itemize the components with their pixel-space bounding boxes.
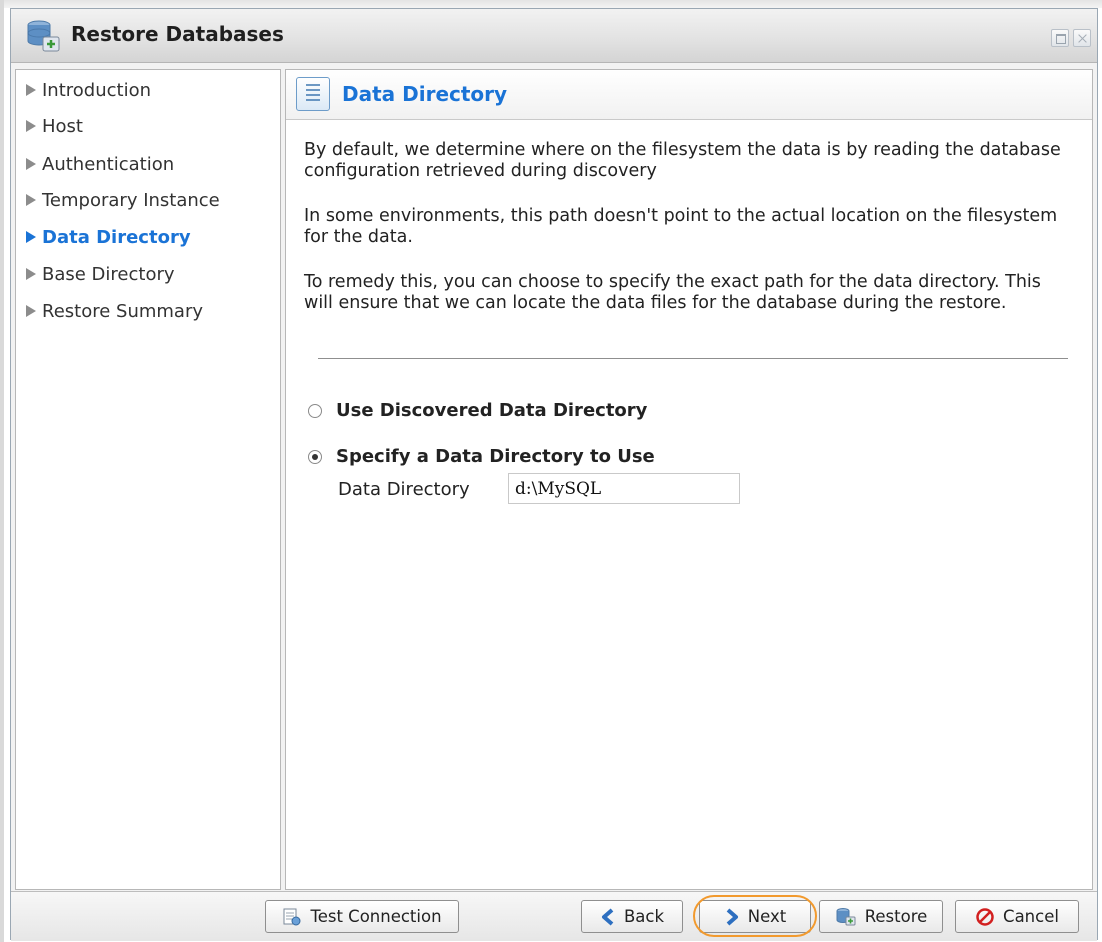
step-title: Data Directory [342,82,508,106]
button-label: Restore [864,907,928,926]
arrow-right-icon [26,194,36,206]
background-edge [0,0,4,942]
document-list-icon [296,77,330,111]
close-button[interactable] [1073,29,1091,47]
description-paragraph-3: To remedy this, you can choose to specif… [304,272,1041,313]
background-strip [0,0,1102,8]
button-label: Next [747,907,787,926]
nav-item-label: Introduction [42,79,152,101]
description-paragraph-2: In some environments, this path doesn't … [304,206,1058,247]
nav-item-label: Restore Summary [42,300,204,322]
nav-item-label: Data Directory [42,226,191,248]
arrow-right-icon [26,268,36,280]
step-content-panel: Data Directory By default, we determine … [285,69,1093,890]
back-button[interactable]: Back [581,900,683,933]
section-divider [318,358,1068,359]
option-label: Specify a Data Directory to Use [336,446,655,467]
nav-item-temporary-instance[interactable]: Temporary Instance [26,186,220,214]
option-specify-directory[interactable]: Specify a Data Directory to Use [308,446,655,467]
maximize-button[interactable] [1051,29,1069,47]
nav-item-label: Host [42,115,83,137]
nav-item-restore-summary[interactable]: Restore Summary [26,297,203,325]
cancel-button[interactable]: Cancel [955,900,1079,933]
wizard-step-nav: Introduction Host Authentication Tempora… [15,69,281,890]
description-paragraph-1: By default, we determine where on the fi… [304,140,1061,181]
nav-item-host[interactable]: Host [26,112,83,140]
nav-item-data-directory[interactable]: Data Directory [26,223,191,251]
arrow-right-icon [26,158,36,170]
restore-button[interactable]: Restore [819,900,943,933]
nav-item-authentication[interactable]: Authentication [26,150,174,178]
title-bar[interactable]: Restore Databases [11,9,1097,63]
data-directory-label: Data Directory [338,479,470,500]
step-header: Data Directory [286,70,1092,120]
nav-item-introduction[interactable]: Introduction [26,76,151,104]
window-title: Restore Databases [71,22,284,46]
test-connection-button[interactable]: Test Connection [265,900,459,933]
test-connection-icon [283,908,301,925]
button-label: Test Connection [310,907,442,926]
arrow-right-icon [26,231,36,243]
next-button[interactable]: Next [699,900,811,933]
restore-databases-window: Restore Databases Introduction Host Auth… [10,8,1098,941]
cancel-icon [976,907,994,926]
arrow-right-icon [26,84,36,96]
button-label: Back [623,907,665,926]
option-label: Use Discovered Data Directory [336,400,648,421]
radio-button-selected[interactable] [308,449,322,464]
wizard-footer: Test Connection Back Next Restore Cancel [11,891,1097,941]
nav-item-base-directory[interactable]: Base Directory [26,260,175,288]
chevron-right-icon [726,907,738,926]
option-use-discovered-directory[interactable]: Use Discovered Data Directory [308,400,647,421]
arrow-right-icon [26,120,36,132]
nav-item-label: Temporary Instance [42,189,220,211]
data-directory-input[interactable] [508,473,740,504]
nav-item-label: Base Directory [42,263,175,285]
button-label: Cancel [1003,907,1059,926]
chevron-left-icon [601,907,614,926]
database-restore-icon [836,907,856,925]
radio-button[interactable] [308,403,322,418]
database-restore-icon [27,20,60,52]
nav-item-label: Authentication [42,153,175,175]
arrow-right-icon [26,305,36,317]
